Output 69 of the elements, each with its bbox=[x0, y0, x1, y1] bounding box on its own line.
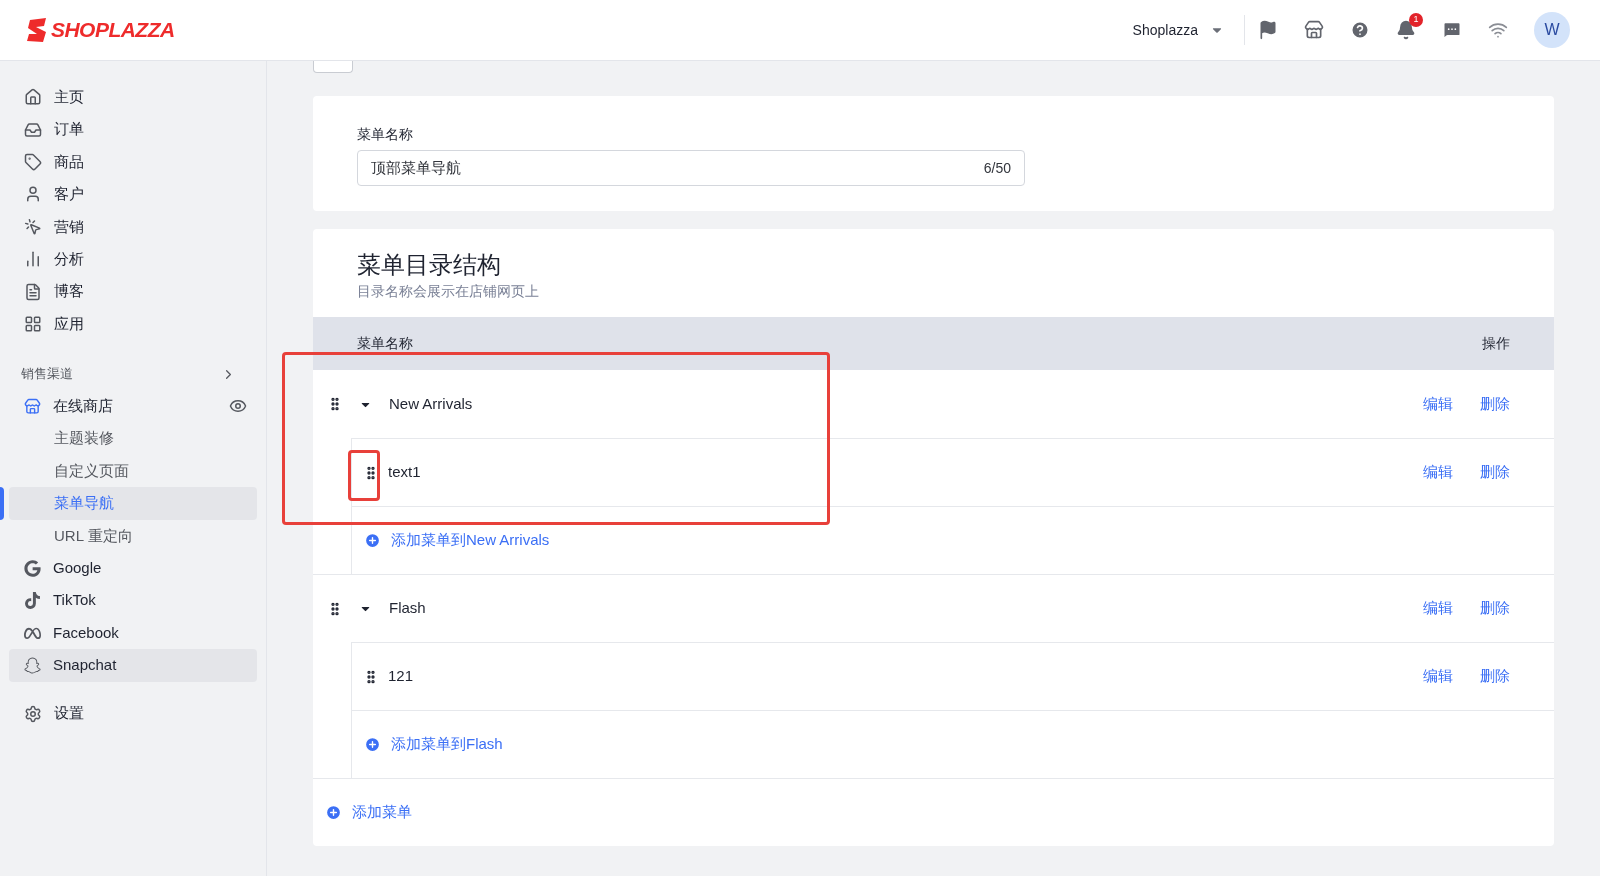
logo-text: SHOPLAZZA bbox=[51, 17, 175, 44]
sidebar-item[interactable]: 营销 bbox=[0, 210, 266, 243]
sidebar-item[interactable]: 客户 bbox=[0, 178, 266, 211]
sidebar-item[interactable]: TikTok bbox=[9, 584, 257, 617]
sidebar-item[interactable]: Snapchat bbox=[9, 649, 257, 682]
field-label: 菜单名称 bbox=[357, 125, 414, 144]
delete-link[interactable]: 删除 bbox=[1480, 665, 1510, 688]
edit-link[interactable]: 编辑 bbox=[1423, 665, 1453, 688]
menu-item-name: New Arrivals bbox=[389, 393, 473, 414]
chat-icon[interactable] bbox=[1442, 20, 1462, 40]
section-title: 销售渠道 bbox=[21, 365, 73, 384]
add-menu-link[interactable]: 添加菜单 bbox=[325, 801, 412, 824]
edit-link[interactable]: 编辑 bbox=[1423, 461, 1453, 484]
sidebar-item[interactable]: 在线商店 bbox=[9, 390, 257, 423]
bell-icon[interactable] bbox=[1396, 20, 1416, 40]
user-avatar[interactable]: W bbox=[1534, 12, 1570, 48]
google-icon bbox=[24, 559, 41, 577]
column-header: 操作 bbox=[1482, 334, 1510, 353]
flag-icon[interactable] bbox=[1258, 20, 1278, 40]
active-indicator bbox=[0, 487, 4, 520]
sidebar-item[interactable]: 博客 bbox=[0, 275, 266, 308]
edit-link[interactable]: 编辑 bbox=[1423, 392, 1453, 416]
sidebar-subitem[interactable]: 主题装修 bbox=[9, 422, 257, 455]
edit-link[interactable]: 编辑 bbox=[1423, 597, 1453, 620]
inbox-icon bbox=[24, 120, 42, 139]
grid-icon bbox=[24, 314, 42, 333]
store-icon bbox=[24, 397, 41, 415]
sidebar-item[interactable]: 设置 bbox=[0, 697, 266, 730]
menu-name-field[interactable]: 顶部菜单导航 6/50 bbox=[357, 150, 1025, 186]
sidebar-item[interactable]: 应用 bbox=[0, 307, 266, 341]
plus-icon bbox=[364, 532, 381, 549]
menu-item-name: Flash bbox=[389, 598, 426, 619]
store-switcher[interactable]: Shoplazza bbox=[1132, 19, 1244, 41]
cursor-click-icon bbox=[24, 217, 42, 236]
sidebar-item[interactable]: 商品 bbox=[0, 145, 266, 179]
store-icon[interactable] bbox=[1304, 20, 1324, 40]
menu-item-name: text1 bbox=[388, 462, 421, 483]
sidebar-item[interactable]: Facebook bbox=[9, 616, 257, 650]
sidebar-item[interactable]: Google bbox=[9, 552, 257, 585]
delete-link[interactable]: 删除 bbox=[1480, 392, 1510, 416]
sidebar-subitem[interactable]: URL 重定向 bbox=[9, 519, 257, 553]
ghost-icon bbox=[24, 656, 41, 674]
wifi-icon[interactable] bbox=[1488, 20, 1508, 40]
bar-chart-icon bbox=[24, 250, 42, 269]
menu-item-name: 121 bbox=[388, 666, 414, 687]
tiktok-icon bbox=[24, 592, 41, 610]
sidebar-item[interactable]: 分析 bbox=[0, 242, 266, 276]
plus-icon bbox=[364, 736, 381, 753]
sidebar-item[interactable]: 订单 bbox=[0, 113, 266, 146]
delete-link[interactable]: 删除 bbox=[1480, 597, 1510, 620]
document-icon bbox=[24, 282, 42, 301]
sidebar-subitem[interactable]: 自定义页面 bbox=[9, 454, 257, 488]
settings-icon bbox=[24, 704, 42, 723]
home-icon bbox=[24, 88, 42, 107]
tag-icon bbox=[24, 152, 42, 171]
logo-icon bbox=[26, 18, 48, 42]
notification-badge: 1 bbox=[1409, 13, 1423, 27]
sidebar-item[interactable]: 主页 bbox=[0, 81, 266, 114]
add-submenu-link[interactable]: 添加菜单到New Arrivals bbox=[364, 529, 550, 552]
section-subtitle: 目录名称会展示在店铺网页上 bbox=[357, 282, 540, 301]
sidebar-subitem[interactable]: 菜单导航 bbox=[9, 487, 257, 520]
delete-link[interactable]: 删除 bbox=[1480, 461, 1510, 484]
plus-icon bbox=[325, 804, 342, 821]
section-heading: 菜单目录结构 bbox=[357, 250, 502, 280]
column-header: 菜单名称 bbox=[357, 334, 413, 353]
person-icon bbox=[24, 185, 42, 204]
add-submenu-link[interactable]: 添加菜单到Flash bbox=[364, 733, 503, 756]
character-count: 6/50 bbox=[983, 158, 1011, 178]
help-icon[interactable] bbox=[1350, 20, 1370, 40]
